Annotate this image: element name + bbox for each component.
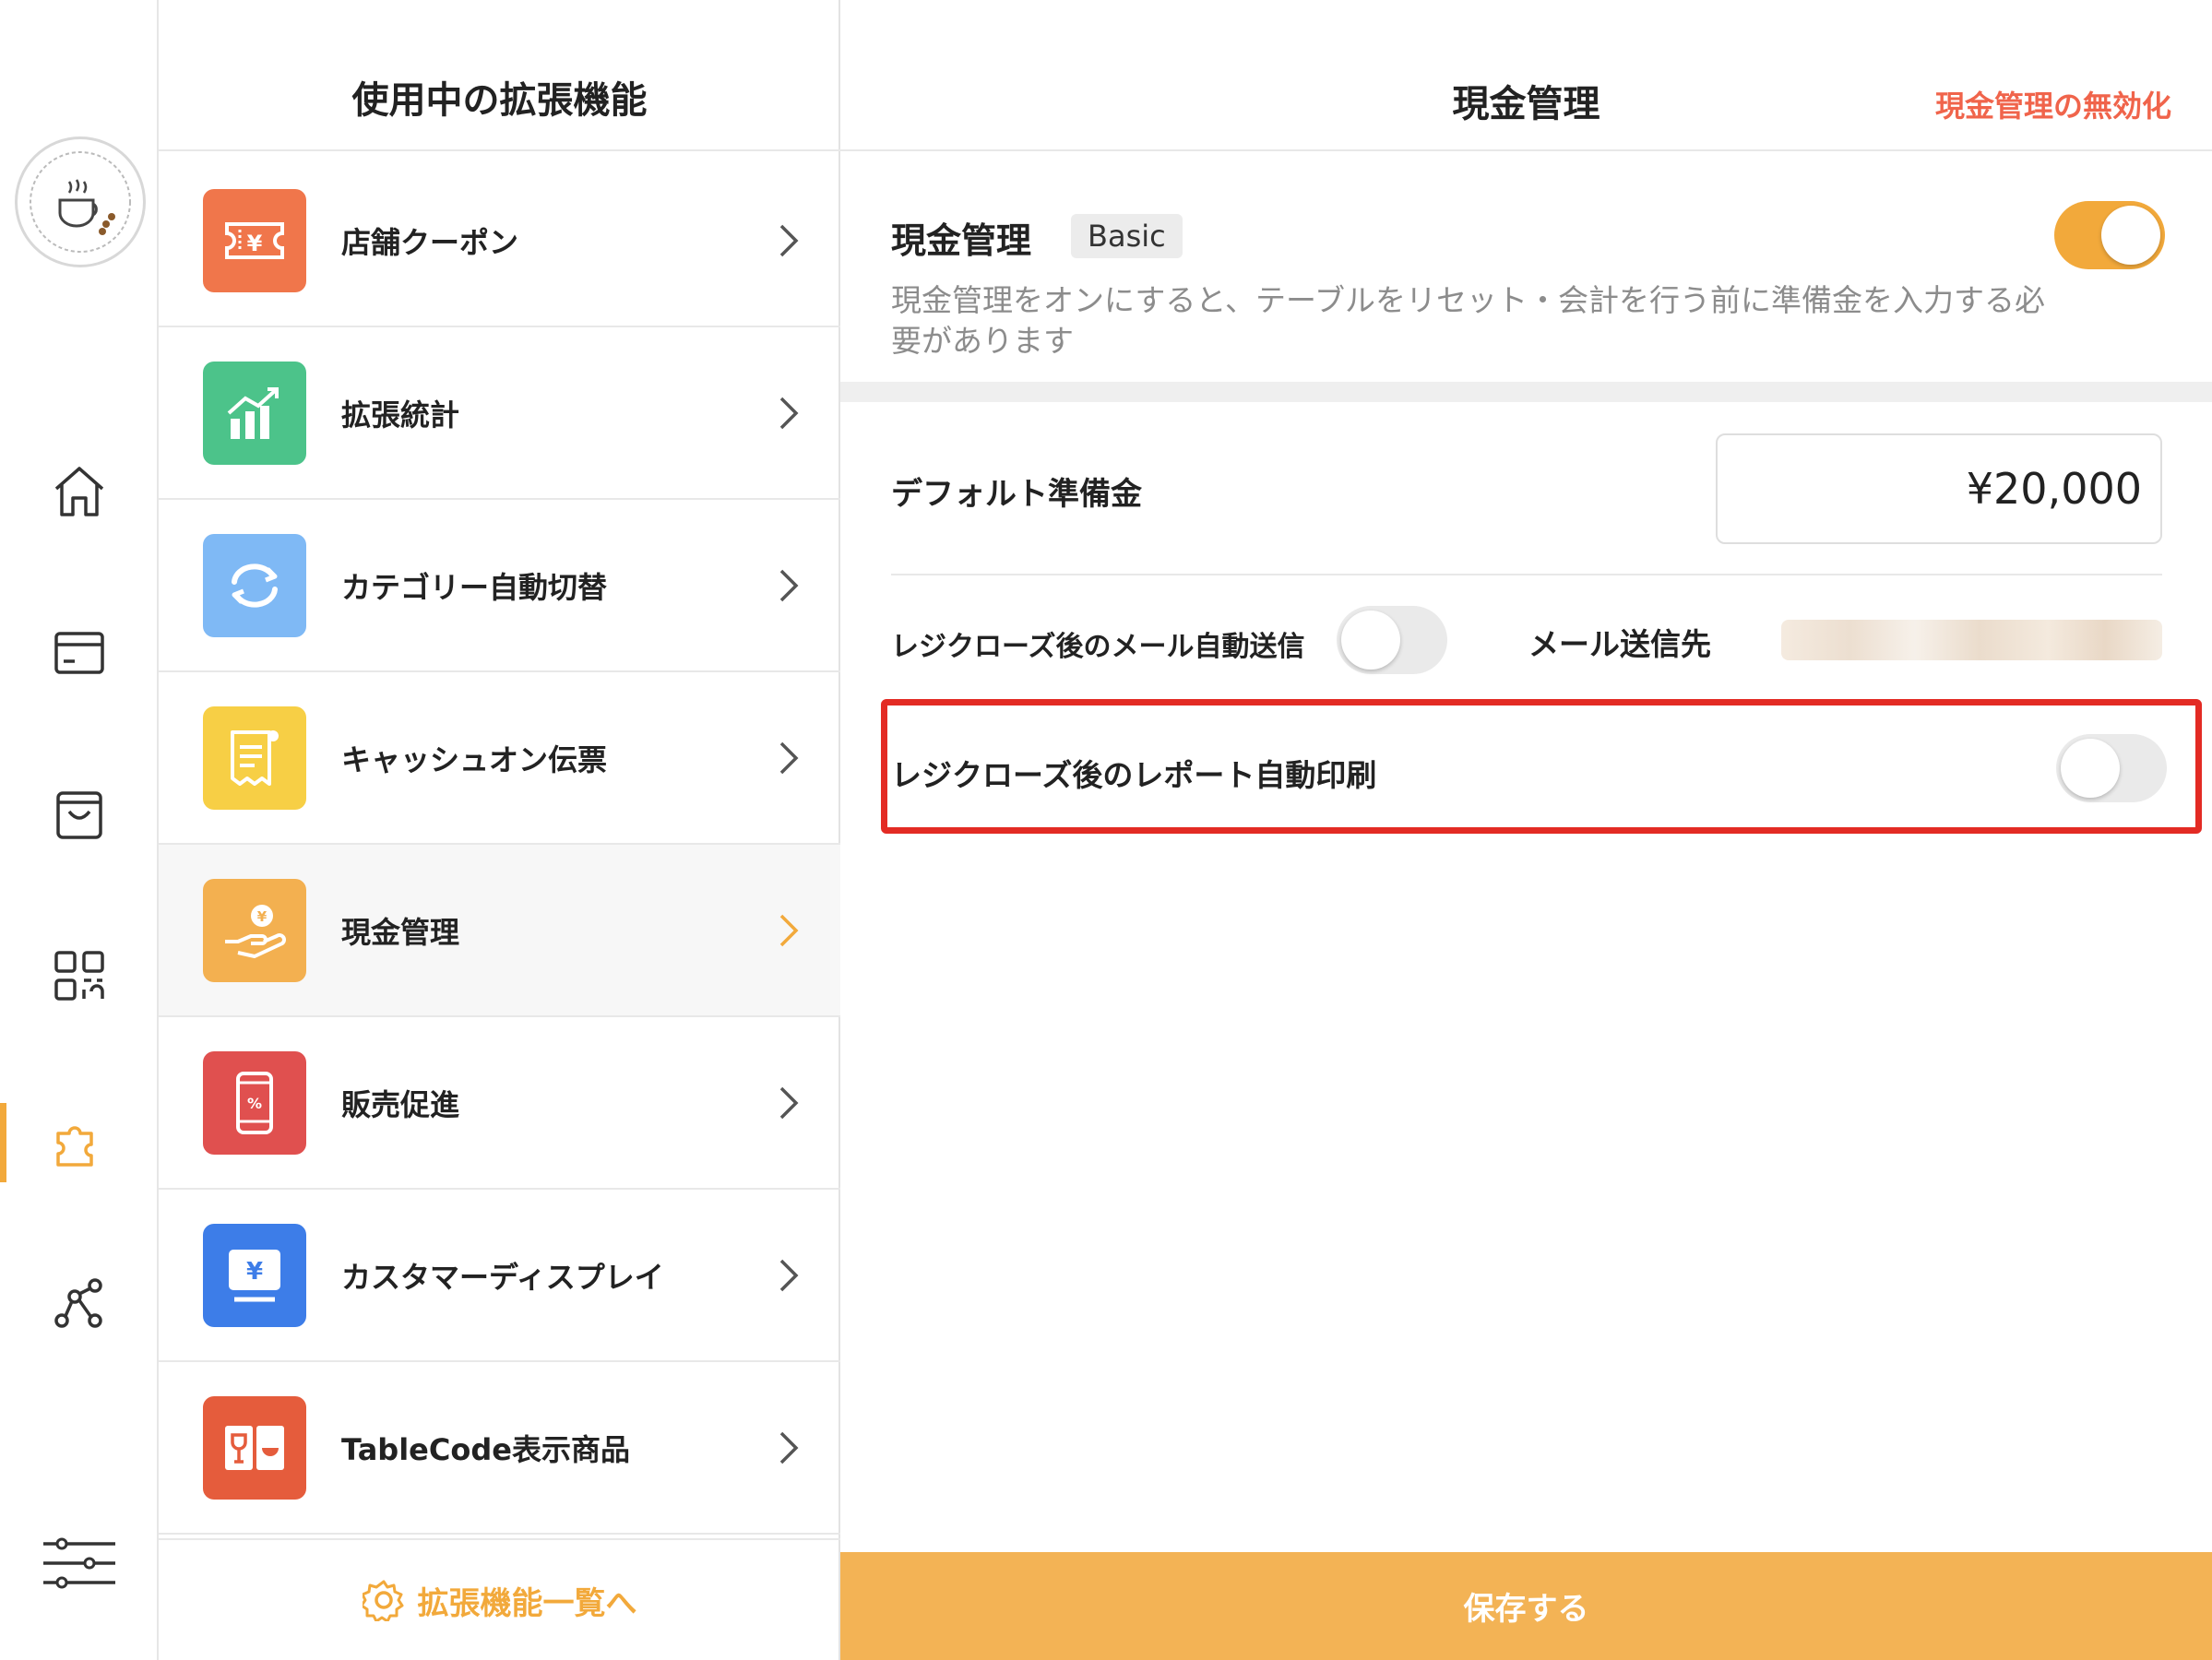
chevron-right-icon [779,1431,799,1464]
chevron-right-icon [779,224,799,256]
all-extensions-label: 拡張機能一覧へ [417,1584,637,1622]
chart-icon [203,361,306,465]
chevron-right-icon [779,914,799,946]
mail-destination-label: メール送信先 [1528,626,1711,662]
sliders-icon [43,1537,115,1589]
mail-auto-send-toggle[interactable] [1337,606,1447,674]
orders-button[interactable] [0,602,159,704]
default-reserve-input[interactable]: ¥20,000 [1716,433,2162,544]
auto-print-label: レジクローズ後のレポート自動印刷 [891,757,1377,793]
receipt-icon [203,706,306,810]
extension-item-label: TableCode表示商品 [341,1431,630,1467]
all-extensions-link[interactable]: 拡張機能一覧へ [159,1538,840,1660]
network-icon [54,1278,102,1328]
cafe-logo[interactable] [15,136,146,267]
cash-management-section: 現金管理 Basic 現金管理をオンにすると、テーブルをリセット・会計を行う前に… [840,153,2212,382]
puzzle-icon [56,1126,93,1167]
wine-bowl-icon [203,1395,306,1500]
svg-text:¥: ¥ [246,1258,263,1286]
gear-icon [362,1580,403,1621]
card-icon [54,632,104,674]
chevron-right-icon [779,741,799,774]
plan-badge: Basic [1071,214,1183,258]
display-yen-icon: ¥ [203,1223,306,1327]
chevron-right-icon [779,1259,799,1291]
extension-item-label: カテゴリー自動切替 [341,569,608,605]
extension-item-cash-management[interactable]: ¥ 現金管理 [159,845,840,1017]
network-button[interactable] [0,1252,159,1354]
svg-text:¥: ¥ [247,231,263,256]
detail-header: 現金管理 現金管理の無効化 [840,0,2212,151]
extension-item-label: 拡張統計 [341,397,460,433]
home-button[interactable] [0,441,159,542]
section-separator [840,382,2212,402]
shopping-button[interactable] [0,764,159,865]
extension-item-label: キャッシュオン伝票 [341,741,608,777]
shopping-bag-icon [56,791,102,839]
svg-text:%: % [247,1095,262,1112]
mail-destination-field[interactable] [1781,620,2162,660]
extensions-button[interactable] [0,1091,159,1192]
toggle-knob [2101,206,2160,265]
home-icon [54,467,104,516]
mail-auto-send-label: レジクローズ後のメール自動送信 [891,631,1305,663]
extension-item-label: 販売促進 [341,1086,460,1122]
chevron-right-icon [779,1086,799,1119]
extension-item-statistics[interactable]: 拡張統計 [159,327,840,500]
cash-management-toggle[interactable] [2054,201,2165,269]
extension-item-cash-on-slip[interactable]: キャッシュオン伝票 [159,672,840,845]
extension-item-label: 店舗クーポン [341,224,519,260]
auto-print-toggle[interactable] [2056,734,2167,802]
extension-list-panel: 使用中の拡張機能 ¥ 店舗クーポン 拡張統計 カテゴリー自動切替 キャッシュオン… [159,0,840,1660]
extension-item-coupon[interactable]: ¥ 店舗クーポン [159,155,840,327]
svg-text:¥: ¥ [257,908,268,925]
cash-hand-icon: ¥ [203,878,306,982]
divider [891,574,2162,575]
qr-button[interactable] [0,925,159,1026]
section-title: 現金管理 [891,220,1032,261]
extension-item-promotion[interactable]: % 販売促進 [159,1017,840,1190]
extension-item-label: 現金管理 [341,914,460,950]
phone-discount-icon: % [203,1050,306,1155]
section-description: 現金管理をオンにすると、テーブルをリセット・会計を行う前に準備金を入力する必要が… [891,282,2046,359]
refresh-icon [203,533,306,637]
chevron-right-icon [779,397,799,429]
chevron-right-icon [779,569,799,601]
extension-item-tablecode-products[interactable]: TableCode表示商品 [159,1362,840,1535]
save-button[interactable]: 保存する [840,1552,2212,1660]
toggle-knob [2061,739,2120,798]
coupon-icon: ¥ [203,188,306,292]
icon-rail [0,0,159,1660]
extension-item-category-switch[interactable]: カテゴリー自動切替 [159,500,840,672]
extension-item-label: カスタマーディスプレイ [341,1259,664,1295]
toggle-knob [1341,611,1400,670]
qr-code-icon [54,951,104,1001]
cash-management-detail: 現金管理 現金管理の無効化 現金管理 Basic 現金管理をオンにすると、テーブ… [840,0,2212,1660]
default-reserve-label: デフォルト準備金 [891,476,1142,513]
extension-list-title: 使用中の拡張機能 [159,0,840,151]
extension-item-customer-display[interactable]: ¥ カスタマーディスプレイ [159,1190,840,1362]
disable-cash-management-button[interactable]: 現金管理の無効化 [1935,83,2171,125]
settings-button[interactable] [0,1512,159,1614]
